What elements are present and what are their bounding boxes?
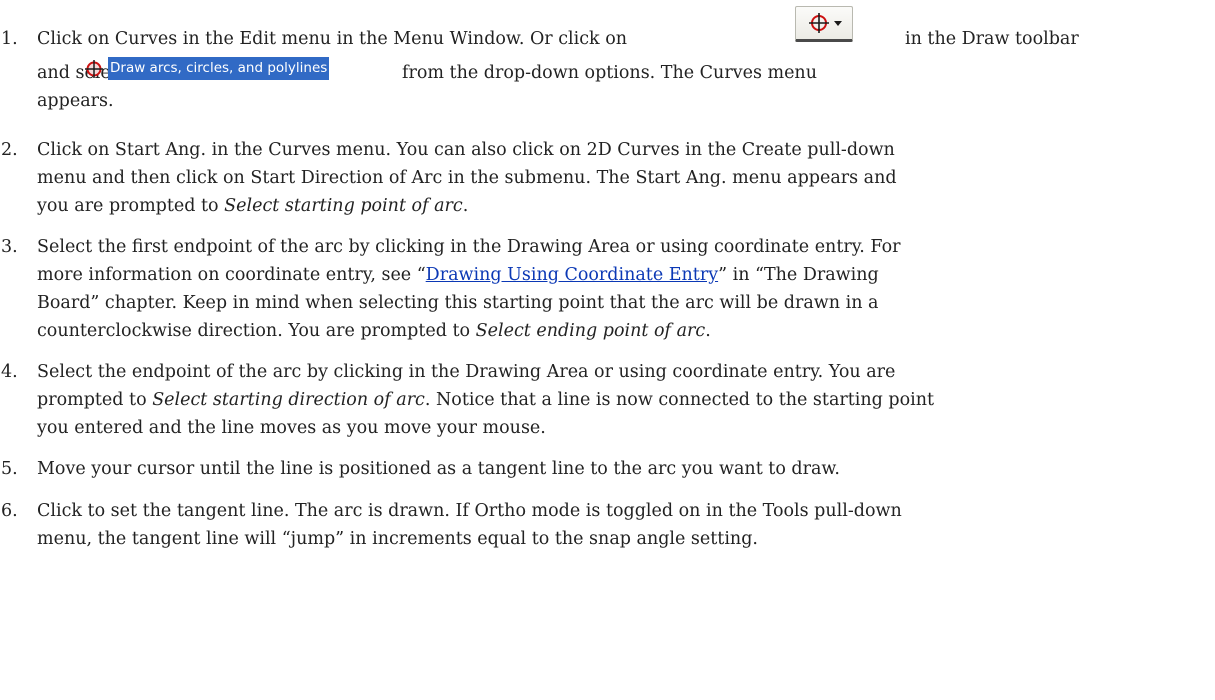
draw-arcs-icon xyxy=(83,57,105,80)
step-1-text-d: from the drop-down options. The Curves m… xyxy=(402,63,817,83)
step-5-line-1: Move your cursor until the line is posit… xyxy=(37,459,840,479)
step-6-line-1: Click to set the tangent line. The arc i… xyxy=(37,501,902,521)
step-1-text-b: in the Draw toolbar xyxy=(905,29,1079,49)
text: more information on coordinate entry, se… xyxy=(37,265,426,285)
text: ” in “The Drawing xyxy=(718,265,879,285)
step-4-line-3: you entered and the line moves as you mo… xyxy=(37,418,546,438)
step-6-line-2: menu, the tangent line will “jump” in in… xyxy=(37,529,758,549)
step-number: 2. xyxy=(1,140,18,160)
text: . xyxy=(462,196,469,216)
coordinate-entry-link[interactable]: Drawing Using Coordinate Entry xyxy=(426,265,718,285)
menu-item-label: Draw arcs, circles, and polylines xyxy=(108,57,330,80)
menu-item-draw-arcs[interactable]: Draw arcs, circles, and polylines xyxy=(83,57,423,80)
chevron-down-icon xyxy=(834,21,842,26)
curves-toolbar-button[interactable] xyxy=(795,6,853,42)
prompt-text: Select ending point of arc xyxy=(475,321,706,341)
instruction-page: 1. Click on Curves in the Edit menu in t… xyxy=(0,0,1215,700)
step-2-line-1: Click on Start Ang. in the Curves menu. … xyxy=(37,140,895,160)
step-number: 3. xyxy=(1,237,18,257)
step-4-line-2: prompted to Select starting direction of… xyxy=(37,386,934,415)
step-3-line-3: Board” chapter. Keep in mind when select… xyxy=(37,293,879,313)
step-number: 5. xyxy=(1,459,18,479)
prompt-text: Select starting point of arc xyxy=(224,196,463,216)
step-3-line-4: counterclockwise direction. You are prom… xyxy=(37,317,711,346)
step-number: 4. xyxy=(1,362,18,382)
step-number: 1. xyxy=(1,29,18,49)
step-3-line-1: Select the first endpoint of the arc by … xyxy=(37,237,901,257)
text: counterclockwise direction. You are prom… xyxy=(37,321,476,341)
step-number: 6. xyxy=(1,501,18,521)
text: . xyxy=(705,321,711,341)
step-2-line-3: you are prompted to Select starting poin… xyxy=(37,192,468,221)
prompt-text: Select starting direction of arc xyxy=(152,390,425,410)
step-1-text-e: appears. xyxy=(37,91,114,111)
text: . Notice that a line is now connected to… xyxy=(424,390,935,410)
step-2-line-2: menu and then click on Start Direction o… xyxy=(37,168,897,188)
step-3-line-2: more information on coordinate entry, se… xyxy=(37,261,879,290)
text: prompted to xyxy=(37,390,153,410)
step-4-line-1: Select the endpoint of the arc by clicki… xyxy=(37,362,896,382)
text: you are prompted to xyxy=(37,196,225,216)
step-1-text-a: Click on Curves in the Edit menu in the … xyxy=(37,29,628,49)
curves-dropdown-icon xyxy=(809,13,829,33)
